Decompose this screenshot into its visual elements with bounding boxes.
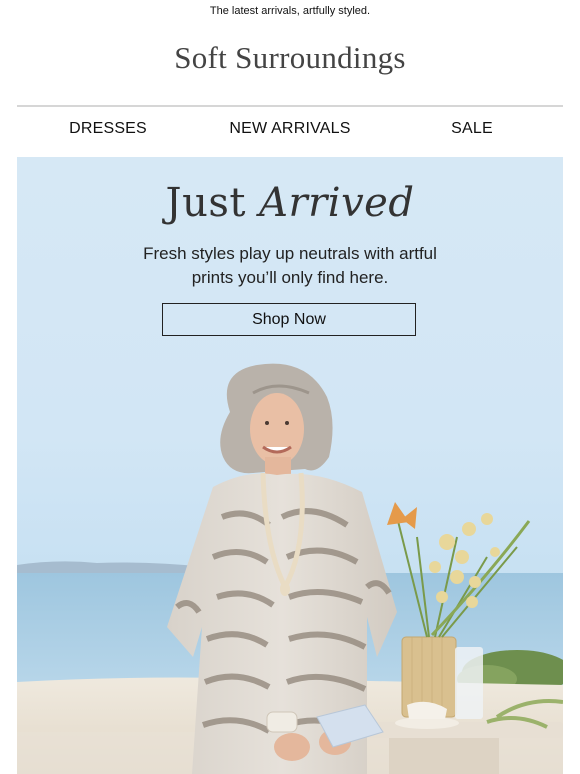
headline-plain: Just xyxy=(165,180,246,226)
nav-item-sale[interactable]: SALE xyxy=(381,120,563,146)
brand-logo[interactable]: Soft Surroundings xyxy=(0,40,580,76)
nav-item-new-arrivals[interactable]: NEW ARRIVALS xyxy=(199,120,381,146)
hero-subcopy: Fresh styles play up neutrals with artfu… xyxy=(143,244,437,287)
headline-italic: Arrived xyxy=(259,180,415,226)
model-bracelet xyxy=(266,711,298,733)
main-nav: DRESSES NEW ARRIVALS SALE xyxy=(17,120,563,146)
email-page: The latest arrivals, artfully styled. So… xyxy=(0,0,580,774)
side-table xyxy=(357,722,563,738)
header-divider xyxy=(17,105,563,107)
hero-banner[interactable]: Just Arrived Fresh styles play up neutra… xyxy=(17,157,563,774)
nav-item-dresses[interactable]: DRESSES xyxy=(17,120,199,146)
shop-now-button[interactable]: Shop Now xyxy=(162,303,416,336)
bird-of-paradise xyxy=(387,502,417,529)
model-face xyxy=(250,393,304,465)
preheader-text: The latest arrivals, artfully styled. xyxy=(209,5,371,17)
model-hand xyxy=(274,733,310,761)
hero-headline: Just Arrived xyxy=(17,180,563,226)
